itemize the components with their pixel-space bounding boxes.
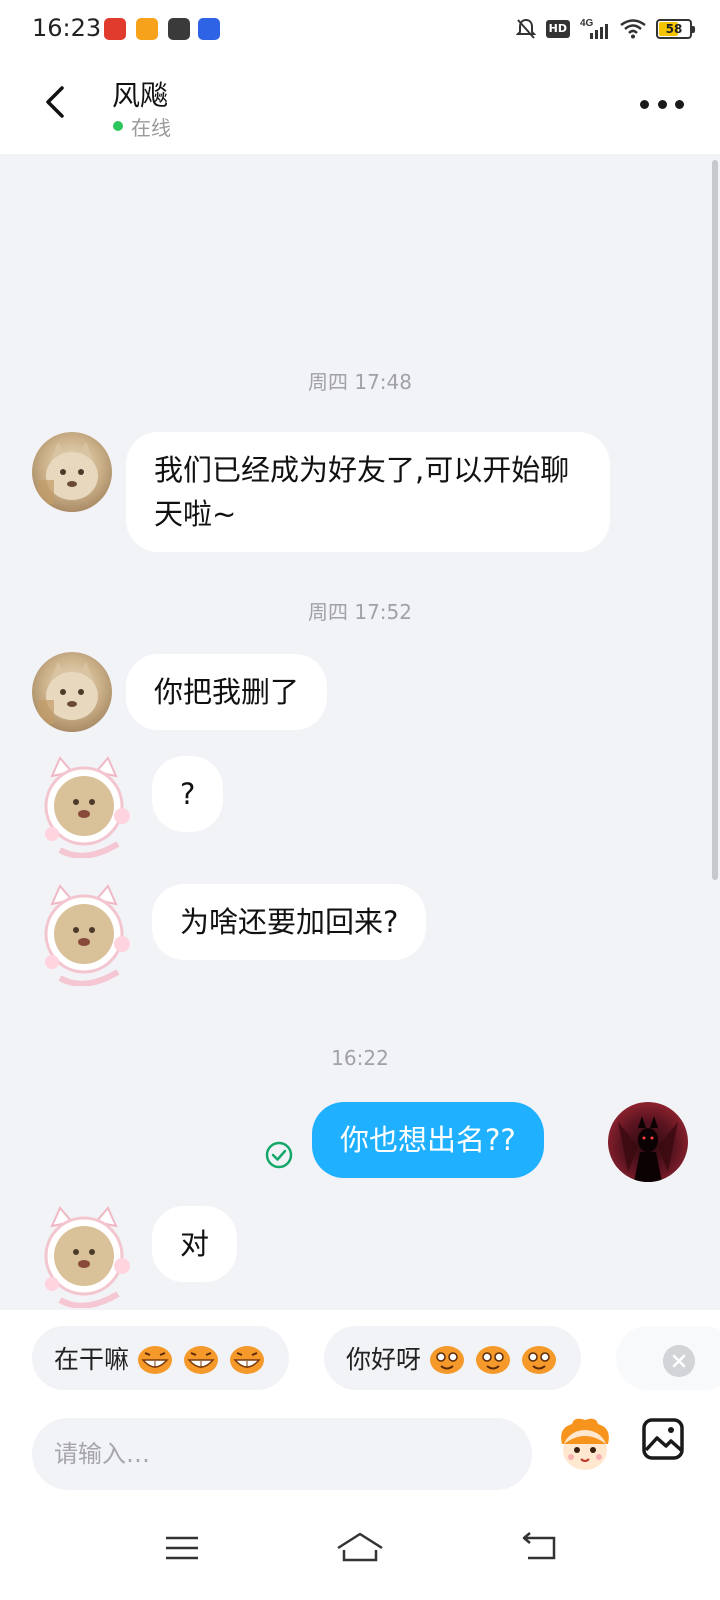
demon-avatar-image <box>618 1116 678 1182</box>
network-label: 4G <box>580 18 594 29</box>
message-bubble-incoming[interactable]: 为啥还要加回来? <box>152 884 427 960</box>
menu-icon[interactable] <box>156 1526 208 1570</box>
mute-bell-icon <box>515 18 536 39</box>
self-avatar[interactable] <box>608 1102 688 1182</box>
grin-tiger-emoji-icon <box>230 1346 265 1374</box>
dot-icon <box>640 99 649 109</box>
message-bubble-incoming[interactable]: 你把我删了 <box>126 654 328 730</box>
message-bubble-incoming[interactable]: ? <box>152 756 224 832</box>
video-app-icon <box>136 18 158 40</box>
message-bubble-outgoing[interactable]: 你也想出名?? <box>312 1102 544 1178</box>
chat-header: 风飚 在线 <box>0 58 720 154</box>
baidu-app-icon <box>198 18 220 40</box>
mascot-emoji-icon[interactable] <box>554 1414 616 1476</box>
status-bar: 16:23 HD 4G 58 <box>0 0 720 58</box>
contact-avatar-framed[interactable] <box>38 1204 130 1308</box>
chat-scrollbar[interactable] <box>712 160 718 880</box>
signal-icon: 4G <box>580 18 608 39</box>
close-quick-replies-icon[interactable] <box>663 1345 695 1377</box>
online-status-label: 在线 <box>131 116 171 140</box>
back-icon[interactable] <box>36 80 76 124</box>
wifi-icon <box>620 19 646 39</box>
happy-tiger-emoji-icon <box>522 1346 557 1374</box>
battery-level: 58 <box>665 22 683 36</box>
message-bubble-incoming[interactable]: 我们已经成为好友了,可以开始聊天啦~ <box>126 432 610 552</box>
dot-icon <box>657 99 667 109</box>
grin-tiger-emoji-icon <box>138 1346 173 1374</box>
contact-avatar[interactable] <box>32 432 112 512</box>
composer-bar <box>0 1392 720 1500</box>
read-check-icon <box>265 1141 293 1169</box>
quick-reply-text: 你好呀 <box>346 1345 422 1374</box>
dot-icon <box>675 99 684 109</box>
wallet-app-icon <box>168 18 190 40</box>
quick-reply-bar: 在干嘛 你好呀 <box>0 1310 720 1392</box>
message-bubble-incoming[interactable]: 对 <box>152 1206 238 1282</box>
photo-icon[interactable] <box>640 1416 686 1462</box>
message-timestamp: 16:22 <box>331 1046 389 1070</box>
more-options-button[interactable] <box>640 92 684 116</box>
home-icon[interactable] <box>334 1526 386 1570</box>
battery-icon: 58 <box>656 19 695 39</box>
message-timestamp: 周四 17:52 <box>308 600 412 624</box>
online-status-dot <box>113 121 123 131</box>
grin-tiger-emoji-icon <box>184 1346 219 1374</box>
status-time: 16:23 <box>32 14 102 42</box>
system-nav-bar <box>0 1500 720 1600</box>
happy-tiger-emoji-icon <box>476 1346 511 1374</box>
quick-reply-chip[interactable]: 在干嘛 <box>32 1326 290 1390</box>
contact-avatar-framed[interactable] <box>38 882 130 986</box>
quick-reply-chip[interactable]: 你好呀 <box>324 1326 582 1390</box>
quick-reply-text: 在干嘛 <box>54 1345 130 1374</box>
message-input[interactable] <box>32 1418 532 1490</box>
back-nav-icon[interactable] <box>514 1526 566 1570</box>
message-timestamp: 周四 17:48 <box>308 370 412 394</box>
gov-app-icon <box>104 18 126 40</box>
contact-avatar[interactable] <box>32 652 112 732</box>
hd-badge: HD <box>545 20 570 38</box>
contact-avatar-framed[interactable] <box>38 754 130 858</box>
cat-avatar-image <box>38 662 98 724</box>
happy-tiger-emoji-icon <box>430 1346 465 1374</box>
cat-avatar-image <box>38 442 98 504</box>
contact-name[interactable]: 风飚 <box>112 74 168 114</box>
